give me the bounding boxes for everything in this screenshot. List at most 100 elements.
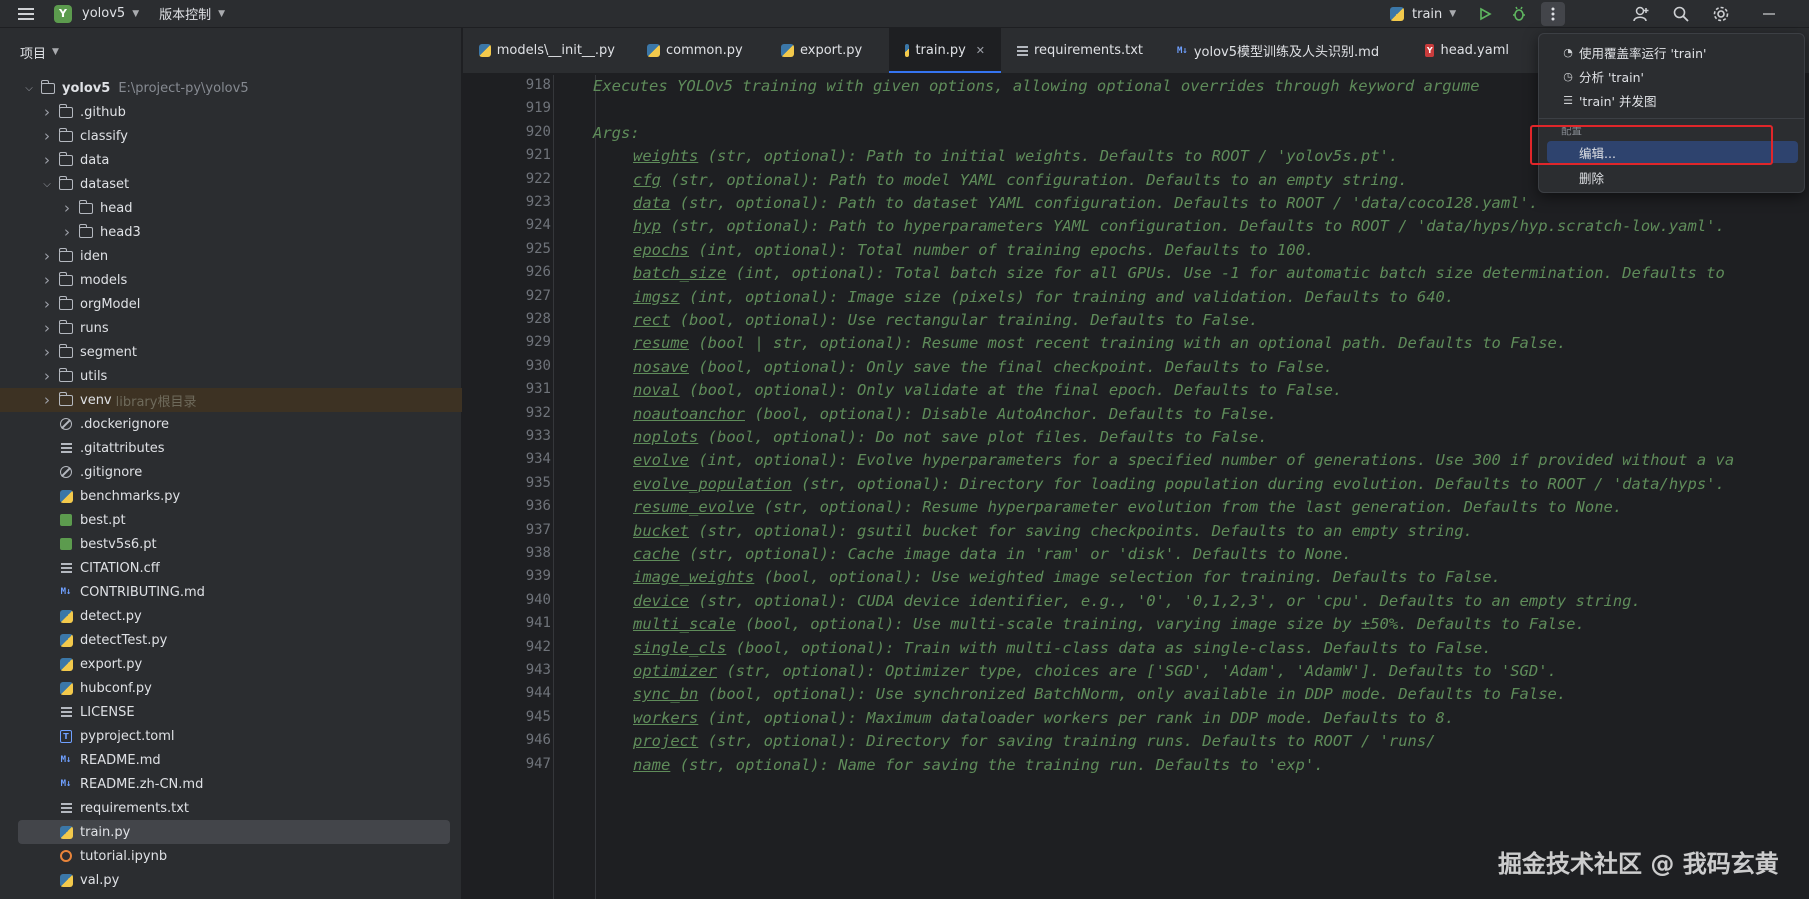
profile-item[interactable]: ◷ 分析 'train' (1547, 65, 1798, 87)
tree-folder[interactable]: › venv library根目录 (0, 388, 462, 412)
code-area[interactable]: Executes YOLOv5 training with given opti… (553, 75, 1809, 899)
tree-folder[interactable]: › models (0, 268, 462, 292)
chevron-right-icon[interactable]: › (40, 367, 54, 385)
tree-folder[interactable]: › data (0, 148, 462, 172)
chevron-right-icon[interactable]: › (40, 319, 54, 337)
project-panel-title: 项目 (20, 46, 47, 62)
tree-folder[interactable]: › .github (0, 100, 462, 124)
tree-file[interactable]: requirements.txt (0, 796, 462, 820)
tree-item-label: models (80, 272, 128, 288)
close-tab-icon[interactable]: ✕ (976, 44, 985, 57)
chevron-right-icon[interactable]: › (60, 199, 74, 217)
text-file-icon (58, 441, 74, 455)
tree-file[interactable]: .gitignore (0, 460, 462, 484)
project-panel-header[interactable]: 项目 ▼ (0, 28, 461, 76)
line-number: 936 (525, 498, 551, 515)
chevron-right-icon[interactable]: › (40, 127, 54, 145)
tree-folder[interactable]: › segment (0, 340, 462, 364)
tree-file[interactable]: best.pt (0, 508, 462, 532)
code-editor[interactable]: 917 918919920921922923924925926927928929… (463, 75, 1809, 899)
tree-folder[interactable]: › head3 (0, 220, 462, 244)
chevron-right-icon[interactable]: › (40, 151, 54, 169)
editor-tab[interactable]: models\__init__.py (463, 28, 631, 73)
line-number: 930 (525, 357, 551, 374)
tree-file[interactable]: Tpyproject.toml (0, 724, 462, 748)
tree-root[interactable]: ⌵ yolov5 E:\project-py\yolov5 (0, 76, 462, 100)
python-icon (479, 44, 491, 57)
tree-file[interactable]: LICENSE (0, 700, 462, 724)
chevron-right-icon[interactable]: › (40, 391, 54, 409)
main-menu-icon[interactable] (18, 7, 34, 20)
editor-tab[interactable]: common.py (631, 28, 765, 73)
chevron-right-icon[interactable]: › (40, 271, 54, 289)
code-line: noautoanchor (bool, optional): Disable A… (633, 405, 1277, 423)
tree-folder[interactable]: › classify (0, 124, 462, 148)
param-name: hyp (633, 217, 661, 236)
tree-file[interactable]: .gitattributes (0, 436, 462, 460)
concurrency-diagram-item[interactable]: ☰ 'train' 并发图 (1547, 89, 1798, 111)
run-config-selector[interactable]: train ▼ (1390, 7, 1456, 22)
vcs-menu[interactable]: 版本控制 ▼ (159, 4, 225, 23)
chevron-right-icon[interactable]: › (60, 223, 74, 241)
tree-folder[interactable]: › utils (0, 364, 462, 388)
tree-folder[interactable]: ⌵ dataset (0, 172, 462, 196)
tree-folder[interactable]: › orgModel (0, 292, 462, 316)
tree-file[interactable]: .dockerignore (0, 412, 462, 436)
chevron-right-icon[interactable]: › (40, 343, 54, 361)
concurrency-icon: ☰ (1563, 93, 1573, 107)
tree-file[interactable]: val.py (0, 868, 462, 892)
run-icon[interactable] (1474, 3, 1496, 25)
param-name: evolve (633, 451, 689, 470)
editor-tab[interactable]: Yhead.yaml (1409, 28, 1525, 73)
tree-file[interactable]: M↓ README.zh-CN.md (0, 772, 462, 796)
tree-file[interactable]: benchmarks.py (0, 484, 462, 508)
param-name: epochs (633, 240, 689, 259)
tree-file[interactable]: detectTest.py (0, 628, 462, 652)
tree-file[interactable]: tutorial.ipynb (0, 844, 462, 868)
python-icon (781, 44, 794, 57)
highlight-annotation-box (1530, 125, 1773, 165)
chevron-down-icon[interactable]: ⌵ (22, 83, 36, 94)
chevron-right-icon[interactable]: › (40, 295, 54, 313)
tree-file[interactable]: hubconf.py (0, 676, 462, 700)
debug-icon[interactable] (1508, 3, 1530, 25)
editor-tab[interactable]: export.py (765, 28, 889, 73)
tree-file[interactable]: M↓ README.md (0, 748, 462, 772)
editor-tab[interactable]: requirements.txt (1001, 28, 1161, 73)
minimize-icon[interactable] (1758, 3, 1780, 25)
param-name: nosave (633, 357, 689, 376)
delete-config-item[interactable]: 删除 (1547, 166, 1798, 188)
tree-item-label: classify (80, 128, 128, 144)
tree-folder[interactable]: › head (0, 196, 462, 220)
more-actions-icon[interactable] (1541, 2, 1565, 26)
text-file-icon (58, 705, 74, 719)
chevron-right-icon[interactable]: › (40, 103, 54, 121)
run-with-coverage-item[interactable]: ◔ 使用覆盖率运行 'train' (1547, 41, 1798, 63)
editor-tab[interactable]: train.py ✕ (889, 28, 1001, 73)
tree-file[interactable]: detect.py (0, 604, 462, 628)
text-icon (1017, 45, 1028, 56)
tree-item-label: venv (80, 392, 112, 408)
code-text: (bool, optional): Use weighted image sel… (754, 568, 1501, 587)
concurrency-diagram-label: 'train' 并发图 (1579, 93, 1657, 109)
tree-file[interactable]: bestv5s6.pt (0, 532, 462, 556)
tree-folder[interactable]: › iden (0, 244, 462, 268)
editor-tab[interactable]: M↓ yolov5模型训练及人头识别.md (1161, 28, 1409, 73)
tree-item-label: CITATION.cff (80, 560, 160, 576)
line-number: 925 (525, 240, 551, 257)
tree-folder[interactable]: › runs (0, 316, 462, 340)
chevron-down-icon[interactable]: ⌵ (40, 179, 54, 190)
tree-file[interactable]: train.py (18, 820, 450, 844)
settings-gear-icon[interactable] (1710, 3, 1732, 25)
tree-file[interactable]: CITATION.cff (0, 556, 462, 580)
param-name: workers (633, 708, 699, 727)
chevron-right-icon[interactable]: › (40, 247, 54, 265)
code-text: (str, optional): Path to initial weights… (698, 147, 1399, 166)
search-icon[interactable] (1670, 3, 1692, 25)
tree-file[interactable]: export.py (0, 652, 462, 676)
tree-file[interactable]: M↓ CONTRIBUTING.md (0, 580, 462, 604)
project-switcher[interactable]: Y yolov5 ▼ (54, 4, 139, 23)
line-number: 946 (525, 732, 551, 749)
add-user-icon[interactable] (1630, 3, 1652, 25)
code-text: (str, optional): Resume hyperparameter e… (754, 498, 1623, 517)
